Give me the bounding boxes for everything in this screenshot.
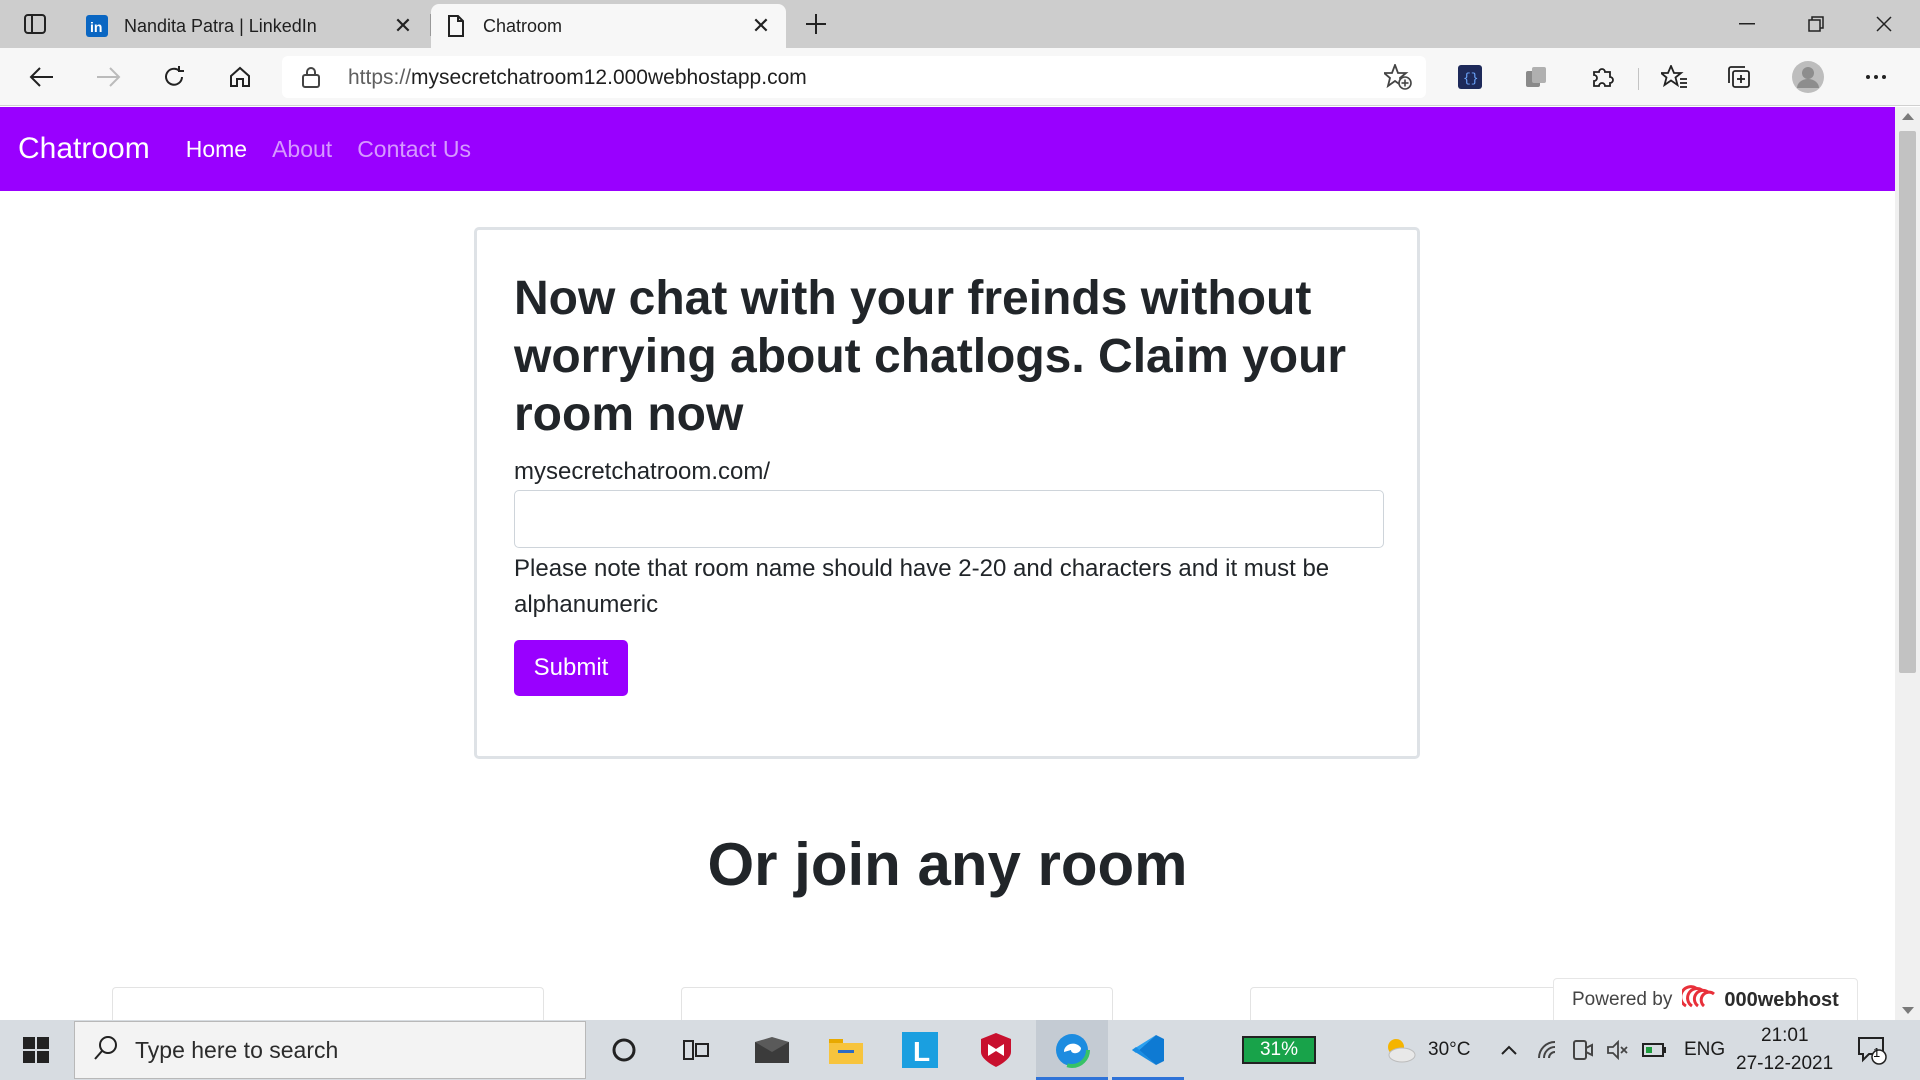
edge-icon[interactable] <box>1036 1020 1108 1080</box>
powered-by-badge[interactable]: Powered by 000webhost <box>1553 978 1858 1022</box>
mail-app-icon[interactable] <box>736 1020 808 1080</box>
url-text[interactable]: https://mysecretchatroom12.000webhostapp… <box>348 66 807 90</box>
add-favorite-icon[interactable] <box>1381 62 1412 95</box>
url-protocol: https:// <box>348 66 412 89</box>
tab-linkedin[interactable]: in Nandita Patra | LinkedIn ✕ <box>72 4 428 48</box>
nav-home-link[interactable]: Home <box>186 136 247 163</box>
svg-text:{}: {} <box>1463 71 1479 86</box>
search-icon <box>93 1035 119 1066</box>
mcafee-icon[interactable] <box>960 1020 1032 1080</box>
svg-text:in: in <box>90 19 102 35</box>
claim-room-card: Now chat with your freinds without worry… <box>474 227 1420 759</box>
back-icon[interactable] <box>24 59 60 95</box>
webhost-logo-icon <box>1679 984 1718 1016</box>
powered-by-label: Powered by <box>1572 989 1673 1010</box>
search-placeholder: Type here to search <box>135 1036 339 1063</box>
room-name-note: Please note that room name should have 2… <box>514 555 1330 618</box>
minimize-icon[interactable] <box>1725 6 1769 42</box>
site-navbar: Chatroom Home About Contact Us <box>0 107 1895 191</box>
meet-now-icon[interactable] <box>1568 1020 1596 1080</box>
tab-title: Chatroom <box>483 15 563 36</box>
forward-icon[interactable] <box>90 59 126 95</box>
clock-time[interactable]: 21:01 <box>1761 1025 1809 1047</box>
close-window-icon[interactable] <box>1862 6 1906 42</box>
profile-avatar-icon[interactable] <box>1790 59 1826 95</box>
join-room-heading: Or join any room <box>707 831 1188 898</box>
restore-icon[interactable] <box>1794 6 1838 42</box>
weather-icon[interactable] <box>1380 1020 1420 1080</box>
claim-heading: Now chat with your freinds without worry… <box>514 272 1347 441</box>
windows-taskbar: Type here to search L 31% 30°C ENG 21:01… <box>0 1020 1920 1080</box>
nav-about-link[interactable]: About <box>272 136 332 163</box>
windows-start-icon[interactable] <box>14 1020 58 1080</box>
submit-button[interactable]: Submit <box>514 640 628 696</box>
favorites-icon[interactable] <box>1656 59 1692 95</box>
refresh-icon[interactable] <box>156 59 192 95</box>
webhost-brand: 000webhost <box>1724 988 1839 1011</box>
tab-actions-icon[interactable] <box>18 10 52 38</box>
taskbar-search-box[interactable]: Type here to search <box>74 1021 586 1079</box>
notification-count: 1 <box>1873 1045 1881 1060</box>
toolbar-divider <box>1638 68 1639 90</box>
app-l-icon[interactable]: L <box>884 1020 956 1080</box>
tab-title: Nandita Patra | LinkedIn <box>124 15 317 36</box>
page-icon <box>445 15 467 37</box>
home-icon[interactable] <box>222 59 258 95</box>
close-tab-icon[interactable]: ✕ <box>750 13 772 38</box>
clock-date[interactable]: 27-12-2021 <box>1736 1053 1833 1075</box>
collections-icon[interactable] <box>1722 59 1758 95</box>
wifi-icon[interactable] <box>1534 1020 1562 1080</box>
site-brand[interactable]: Chatroom <box>18 132 150 166</box>
room-url-prefix: mysecretchatroom.com/ <box>514 458 771 485</box>
notifications-icon[interactable]: 1 <box>1852 1020 1892 1080</box>
scroll-up-icon[interactable] <box>1902 113 1914 120</box>
address-bar[interactable]: https://mysecretchatroom12.000webhostapp… <box>282 56 1426 98</box>
linkedin-icon: in <box>86 15 108 37</box>
battery-icon[interactable] <box>1640 1020 1670 1080</box>
nav-contact-link[interactable]: Contact Us <box>357 136 471 163</box>
volume-muted-icon[interactable] <box>1604 1020 1632 1080</box>
tab-chatroom[interactable]: Chatroom ✕ <box>431 4 786 48</box>
more-menu-icon[interactable] <box>1858 59 1894 95</box>
close-tab-icon[interactable]: ✕ <box>392 13 414 38</box>
browser-tab-strip: in Nandita Patra | LinkedIn ✕ Chatroom ✕ <box>0 0 1920 48</box>
browser-toolbar: https://mysecretchatroom12.000webhostapp… <box>0 48 1920 106</box>
battery-widget[interactable]: 31% <box>1242 1036 1316 1064</box>
file-explorer-icon[interactable] <box>810 1020 882 1080</box>
cortana-icon[interactable] <box>600 1020 648 1080</box>
svg-text:L: L <box>913 1036 930 1067</box>
lock-icon[interactable] <box>302 66 320 93</box>
scroll-down-icon[interactable] <box>1902 1007 1914 1014</box>
chevron-up-icon[interactable] <box>1496 1020 1522 1080</box>
language-indicator[interactable]: ENG <box>1684 1039 1725 1061</box>
extension-copy-icon[interactable] <box>1518 59 1554 95</box>
vscode-icon[interactable] <box>1112 1020 1184 1080</box>
url-host: mysecretchatroom12.000webhostapp.com <box>411 66 807 89</box>
extension-code-icon[interactable]: {} <box>1452 59 1488 95</box>
scrollbar-thumb[interactable] <box>1899 131 1916 673</box>
new-tab-icon[interactable] <box>800 8 832 40</box>
weather-temp[interactable]: 30°C <box>1428 1039 1470 1061</box>
room-name-input[interactable] <box>514 490 1384 548</box>
extensions-puzzle-icon[interactable] <box>1584 59 1620 95</box>
page-scrollbar[interactable] <box>1895 107 1920 1020</box>
task-view-icon[interactable] <box>672 1020 720 1080</box>
